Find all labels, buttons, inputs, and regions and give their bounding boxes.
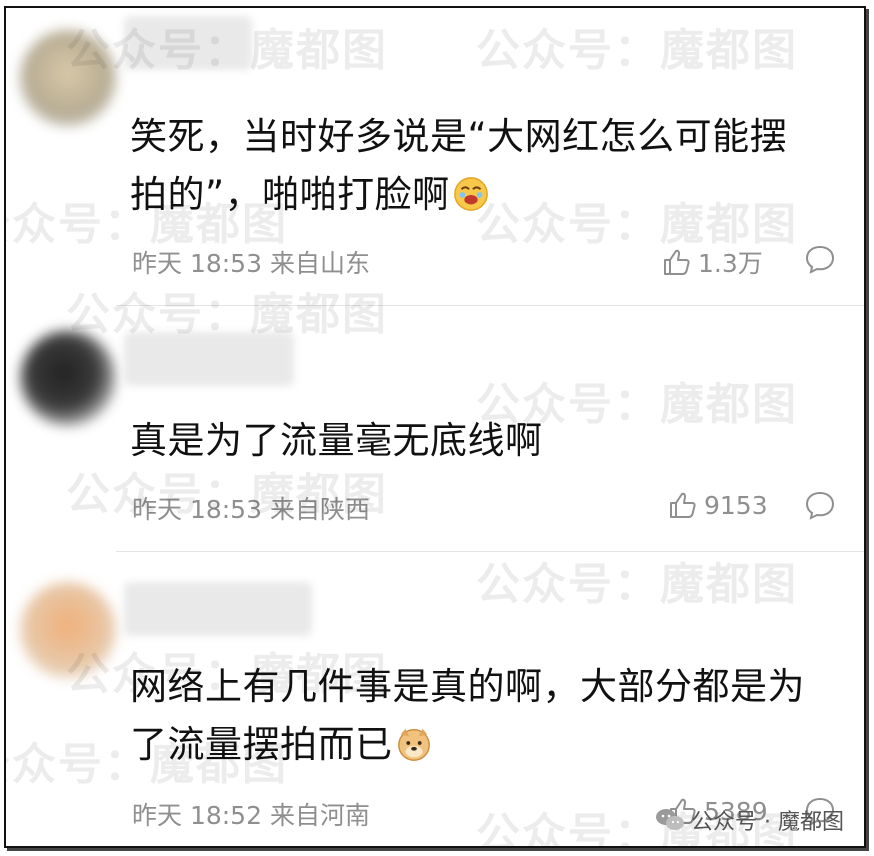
- username-blurred[interactable]: [124, 582, 312, 636]
- like-count: 9153: [704, 490, 768, 520]
- doge-emoji-icon: [397, 728, 430, 761]
- comment-item: 真是为了流量毫无底线啊 昨天 18:53 来自陕西 9153: [6, 308, 864, 552]
- thumbs-up-icon: [670, 492, 696, 518]
- divider: [116, 305, 864, 306]
- comment-time: 昨天 18:53: [132, 495, 262, 524]
- username-blurred[interactable]: [124, 332, 294, 386]
- avatar[interactable]: [20, 330, 116, 426]
- like-button[interactable]: 9153: [668, 490, 768, 520]
- comment-meta: 昨天 18:53 来自陕西: [132, 490, 370, 526]
- avatar[interactable]: [20, 582, 116, 678]
- like-count: 1.3万: [698, 249, 763, 278]
- wechat-icon: [656, 809, 685, 830]
- account-badge-text: 公众号 · 魔都图: [691, 810, 844, 835]
- comment-text: 笑死，当时好多说是“大网红怎么可能摆拍的”，啪啪打脸啊: [130, 108, 824, 224]
- reply-comment-icon[interactable]: [804, 490, 836, 520]
- comment-time: 昨天 18:53: [132, 249, 262, 278]
- comment-location: 来自陕西: [269, 495, 370, 524]
- laughing-tears-emoji-icon: [453, 177, 488, 211]
- comment-meta: 昨天 18:52 来自河南: [132, 796, 370, 832]
- comment-text: 真是为了流量毫无底线啊: [130, 412, 824, 470]
- like-button[interactable]: 1.3万: [662, 244, 763, 280]
- comment-text: 网络上有几件事是真的啊，大部分都是为了流量摆拍而已: [130, 658, 824, 774]
- username-blurred[interactable]: [124, 16, 252, 70]
- comment-meta: 昨天 18:53 来自山东: [132, 244, 370, 280]
- comment-text-content: 真是为了流量毫无底线啊: [130, 419, 543, 462]
- comment-text-content: 网络上有几件事是真的啊，大部分都是为了流量摆拍而已: [130, 665, 805, 766]
- divider: [116, 551, 864, 552]
- comment-list: 笑死，当时好多说是“大网红怎么可能摆拍的”，啪啪打脸啊 昨天 18:53 来自山…: [4, 6, 866, 848]
- thumbs-up-icon: [664, 249, 690, 275]
- account-badge: 公众号 · 魔都图: [655, 804, 844, 836]
- comment-location: 来自河南: [269, 801, 370, 830]
- reply-comment-icon[interactable]: [804, 244, 836, 274]
- comment-item: 笑死，当时好多说是“大网红怎么可能摆拍的”，啪啪打脸啊 昨天 18:53 来自山…: [6, 8, 864, 306]
- comment-location: 来自山东: [269, 249, 370, 278]
- comment-time: 昨天 18:52: [132, 801, 262, 830]
- avatar[interactable]: [20, 30, 116, 126]
